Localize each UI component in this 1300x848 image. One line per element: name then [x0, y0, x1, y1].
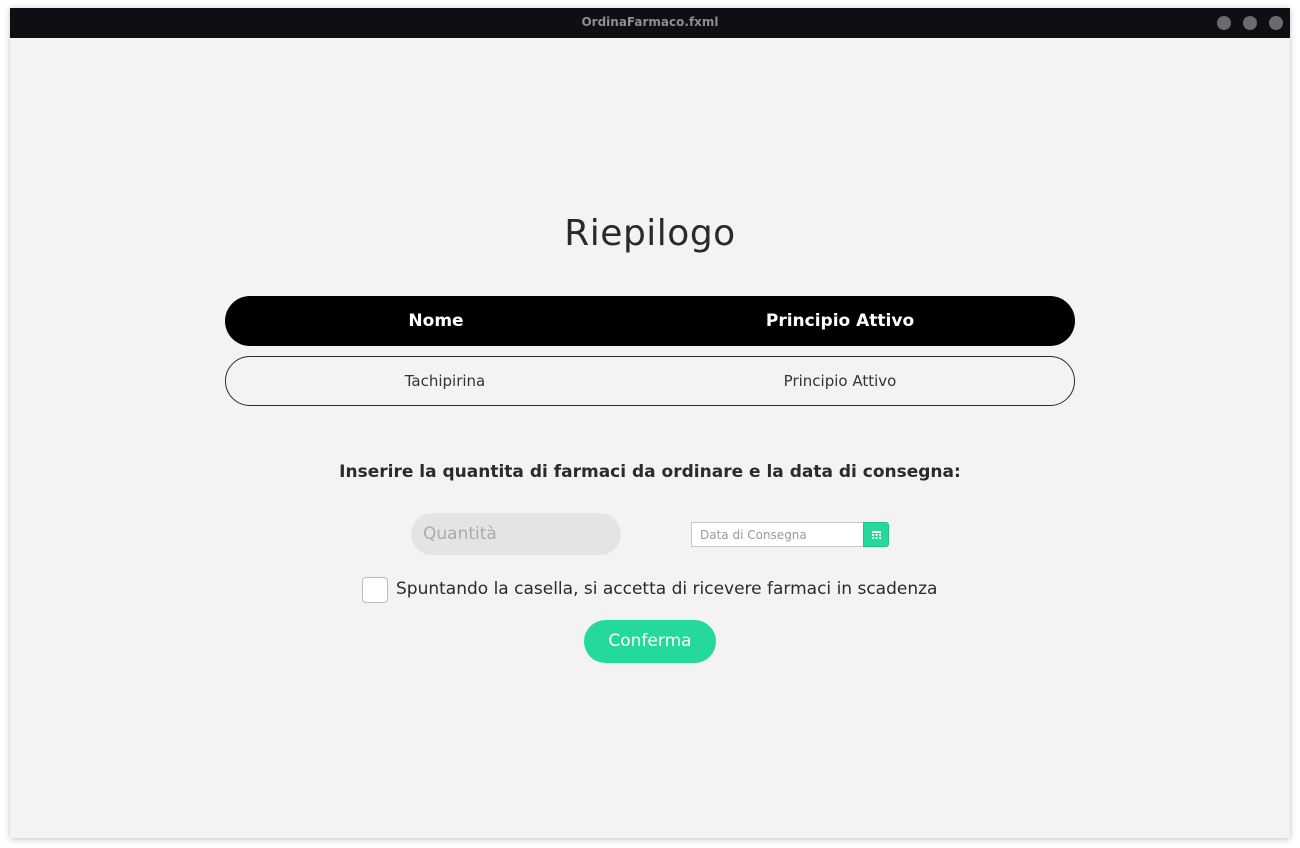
cell-principio-attivo: Principio Attivo [783, 372, 897, 390]
calendar-icon [872, 531, 881, 539]
delivery-date-picker [691, 522, 889, 547]
quantity-input[interactable] [411, 513, 621, 555]
table-row[interactable]: Tachipirina Principio Attivo [225, 356, 1075, 406]
confirm-button[interactable]: Conferma [584, 620, 716, 663]
title-bar[interactable]: OrdinaFarmaco.fxml [10, 8, 1290, 38]
instruction-text: Inserire la quantita di farmaci da ordin… [339, 462, 961, 482]
window-title: OrdinaFarmaco.fxml [581, 15, 719, 29]
column-header-nome[interactable]: Nome [225, 296, 647, 346]
column-header-principio-attivo[interactable]: Principio Attivo [637, 296, 1043, 346]
expiring-drugs-checkbox-label[interactable]: Spuntando la casella, si accetta di rice… [396, 579, 937, 599]
delivery-date-input[interactable] [691, 522, 863, 547]
table-header: Nome Principio Attivo [225, 296, 1075, 346]
expiring-drugs-checkbox[interactable] [362, 577, 388, 603]
close-button[interactable] [1269, 16, 1283, 30]
page-title: Riepilogo [564, 213, 736, 254]
app-window: OrdinaFarmaco.fxml Riepilogo Nome Princi… [10, 8, 1290, 838]
minimize-button[interactable] [1217, 16, 1231, 30]
maximize-button[interactable] [1243, 16, 1257, 30]
date-picker-button[interactable] [863, 522, 889, 547]
cell-nome: Tachipirina [404, 372, 486, 390]
